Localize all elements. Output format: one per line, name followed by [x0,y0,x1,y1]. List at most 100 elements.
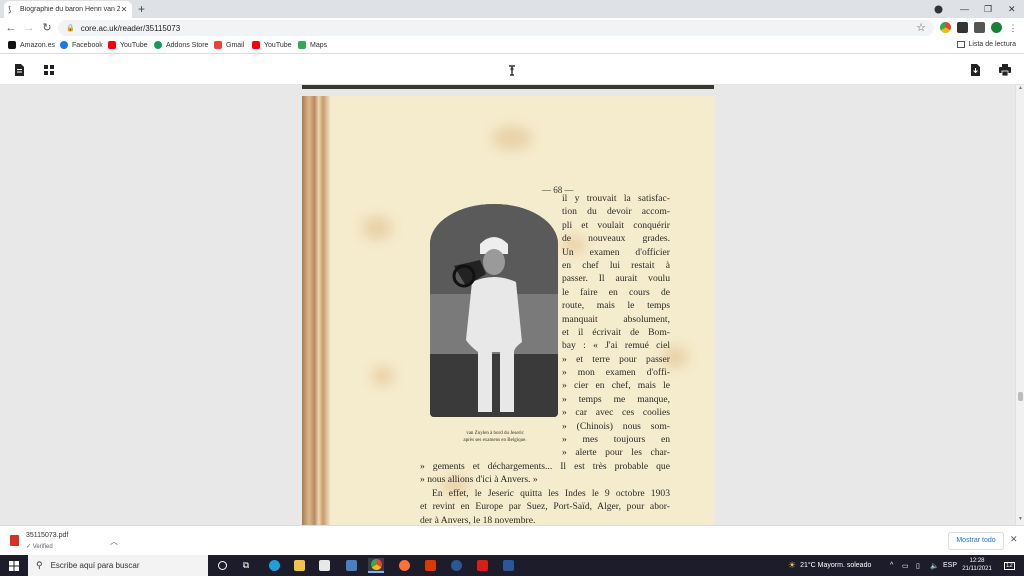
bookmark-addons-store[interactable]: Addons Store [154,41,208,49]
extensions-puzzle-icon[interactable] [974,22,985,33]
youtube-icon [108,41,116,49]
windows-taskbar: ⚲ Escribe aquí para buscar ⧉ ☀ 21°C Mayo… [0,555,1024,576]
notifications-icon[interactable]: 12 [1004,555,1015,576]
new-tab-button[interactable]: + [138,2,145,16]
weather-widget[interactable]: ☀ 21°C Mayorm. soleado [788,555,871,576]
bookmark-label: Amazon.es [20,41,56,49]
bookmark-amazon[interactable]: Amazon.es [8,41,55,49]
vertical-scrollbar[interactable]: ▲ ▼ [1015,85,1024,525]
bookmark-youtube[interactable]: YouTube [108,41,148,49]
close-download-bar-icon[interactable]: ✕ [1010,534,1018,545]
bookmark-maps[interactable]: Maps [298,41,327,49]
maps-icon [298,41,306,49]
pdf-page: — 68 — van Zuylen à bord du Jeseric aprè… [302,96,714,525]
grid-view-icon[interactable] [42,63,56,77]
tray-chevron-icon[interactable]: ^ [890,555,893,576]
sailor-photo [430,204,558,417]
scroll-thumb[interactable] [1018,392,1023,401]
youtube-icon [252,41,260,49]
bookmark-facebook[interactable]: Facebook [60,41,103,49]
bookmark-star-icon[interactable]: ☆ [916,21,926,34]
battery-icon[interactable]: ▯ [916,555,920,576]
page-favicon-icon: ⟆ [8,4,12,14]
maximize-icon[interactable]: ❐ [984,0,992,18]
firefox-app-icon[interactable] [396,558,412,573]
scroll-up-arrow-icon[interactable]: ▲ [1016,85,1024,94]
book-spine [302,96,330,525]
network-icon[interactable]: ▭ [902,555,909,576]
text-line: » (Chinois) nous som- [562,420,670,432]
word-app-icon[interactable] [500,558,516,573]
photos-app-icon[interactable] [343,558,359,573]
bookmark-label: Gmail [226,41,245,49]
task-view-icon[interactable]: ⧉ [238,558,254,573]
text-line: tion du devoir accom- [562,206,670,218]
bookmark-label: YouTube [264,41,292,49]
bookmarks-bar: Amazon.es Facebook YouTube Addons Store … [0,38,1024,54]
minimize-icon[interactable]: — [960,0,969,18]
chrome-app-icon[interactable] [368,558,384,573]
acrobat-app-icon[interactable] [474,558,490,573]
taskbar-search-input[interactable]: ⚲ Escribe aquí para buscar [28,555,208,576]
pdf-viewer[interactable]: — 68 — van Zuylen à bord du Jeseric aprè… [0,85,1015,525]
text-line: route, mais le temps [562,300,670,312]
text-line: le faire en cours de [562,286,670,298]
clock[interactable]: 12:28 21/11/2021 [956,557,998,573]
scroll-down-arrow-icon[interactable]: ▼ [1016,516,1024,525]
text-line: » car avec ces coolies [562,407,670,419]
profile-icon[interactable] [934,0,943,18]
close-tab-icon[interactable]: ✕ [120,5,128,14]
bookmark-gmail[interactable]: Gmail [214,41,244,49]
close-window-icon[interactable]: ✕ [1008,0,1016,18]
bookmark-youtube-2[interactable]: YouTube [252,41,292,49]
notification-count: 12 [1004,561,1015,570]
search-placeholder: Escribe aquí para buscar [50,561,140,570]
menu-kebab-icon[interactable]: ⋮ [1006,21,1020,35]
reading-list-button[interactable]: Lista de lectura [956,41,1016,48]
facebook-icon [60,41,68,49]
extension-adblock-icon[interactable] [991,22,1002,33]
address-bar[interactable]: 🔒 core.ac.uk/reader/35115073 ☆ [58,20,934,36]
document-outline-icon[interactable] [12,63,26,77]
reload-button[interactable]: ↻ [40,21,54,35]
gmail-icon [214,41,222,49]
clock-time: 12:28 [969,558,985,564]
language-indicator[interactable]: ESP [943,555,957,576]
navigation-bar: ← → ↻ 🔒 core.ac.uk/reader/35115073 ☆ ⋮ [0,18,1024,38]
cortana-icon[interactable] [214,558,230,573]
bookmark-label: Facebook [72,41,103,49]
tab-title: Biographie du baron Henri van Z [20,6,120,13]
file-explorer-app-icon[interactable] [291,558,307,573]
text-line: il y trouvait la satisfac- [562,193,670,204]
download-item[interactable]: 35115073.pdf ✓ Verified ︿ [8,530,120,552]
extension-shield-icon[interactable] [957,22,968,33]
bookmark-label: Maps [310,41,328,49]
office-app-icon[interactable] [422,558,438,573]
print-icon[interactable] [998,63,1012,77]
text-line: » temps me manque, [562,393,670,405]
download-status-label: Verified [32,544,53,550]
chevron-up-icon[interactable]: ︿ [110,536,118,547]
edge-app-icon[interactable] [266,558,282,573]
photo-caption: van Zuylen à bord du Jeseric après ses e… [432,430,558,444]
search-icon: ⚲ [36,560,43,570]
bookmark-label: Addons Store [166,41,209,49]
tab-biographie[interactable]: ⟆ Biographie du baron Henri van Z ✕ [4,1,132,18]
windows-start-icon[interactable] [9,561,19,571]
store-app-icon[interactable] [316,558,332,573]
text-line: » alerte pour les char- [562,447,670,459]
pdf-file-icon [10,535,19,546]
back-button[interactable]: ← [4,21,18,35]
lock-icon: 🔒 [66,25,75,32]
download-pdf-icon[interactable] [968,63,982,77]
forward-button[interactable]: → [22,21,36,35]
core-logo-icon[interactable] [505,63,519,77]
extension-chrome-icon[interactable] [940,22,951,33]
text-line: manquait absolument, [562,313,670,325]
amazon-icon [8,41,16,49]
show-all-button[interactable]: Mostrar todo [948,532,1004,550]
volume-icon[interactable]: 🔈 [930,555,939,576]
text-line: » mes toujours en [562,434,670,446]
page-stain [492,126,532,150]
app-blue-icon[interactable] [448,558,464,573]
